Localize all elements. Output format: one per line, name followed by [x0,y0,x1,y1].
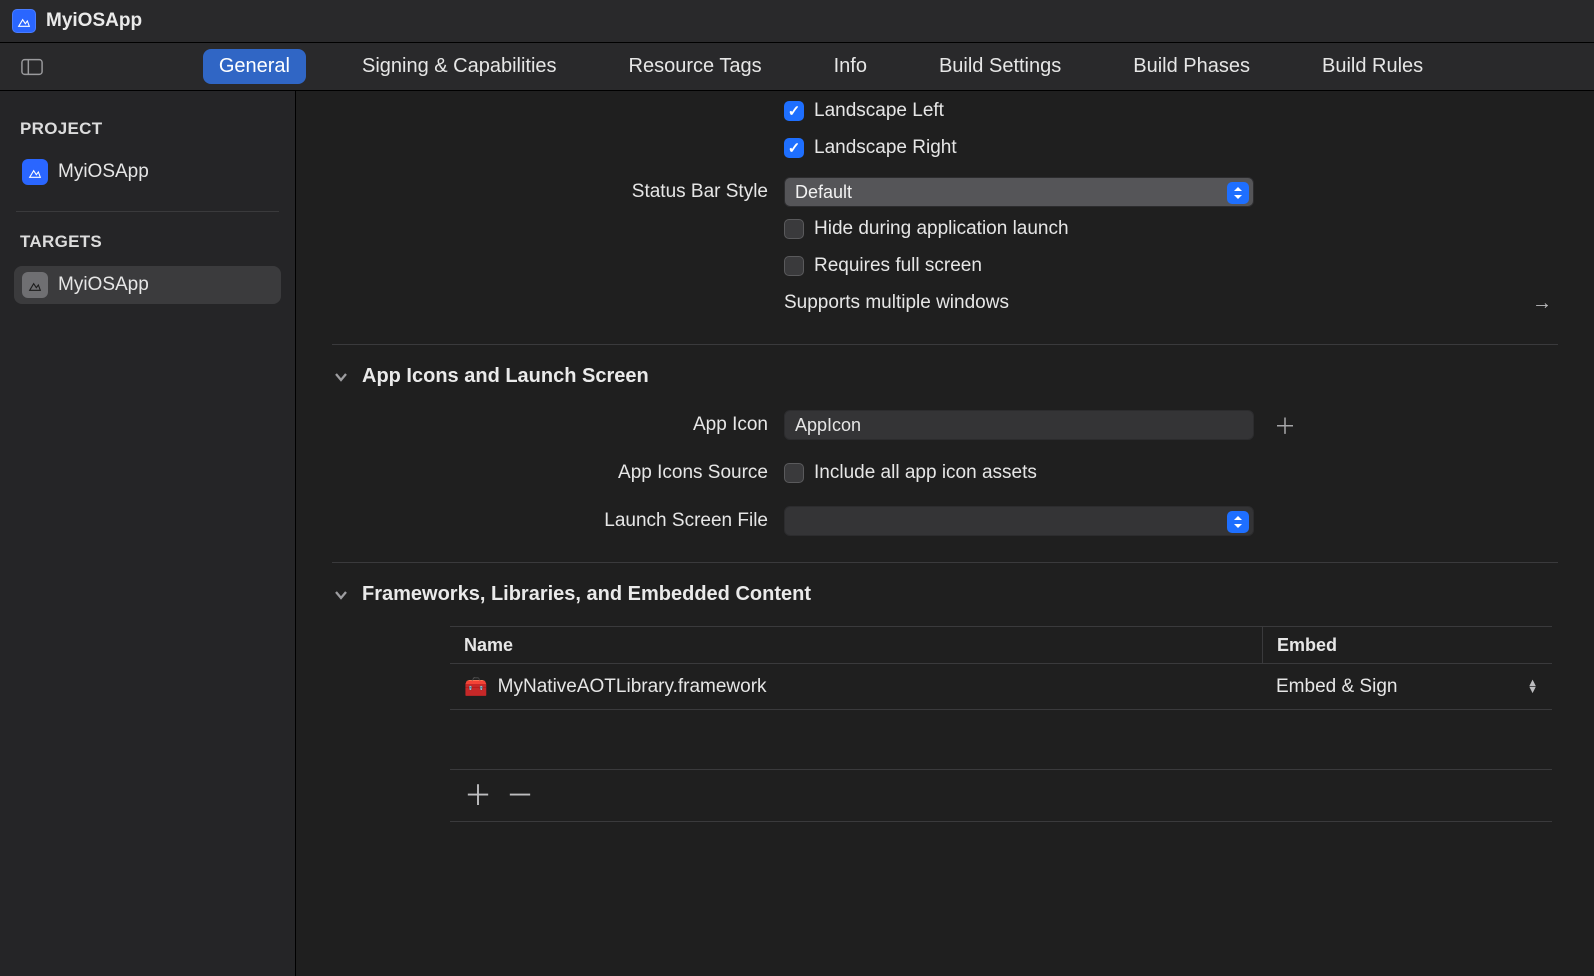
frameworks-empty-row [450,710,1552,770]
window-title-bar: MyiOSApp [0,0,1594,43]
tab-strip: General Signing & Capabilities Resource Ta… [0,43,1594,91]
project-row[interactable]: MyiOSApp [14,153,281,191]
landscape-right-checkbox[interactable] [784,138,804,158]
framework-icon: 🧰 [464,675,488,699]
select-caret-icon [1227,511,1249,533]
launch-screen-file-select[interactable] [784,506,1254,536]
arrow-right-icon[interactable]: → [1532,292,1552,315]
remove-framework-button[interactable]: － [506,782,530,810]
chevron-down-icon[interactable] [332,368,350,386]
add-framework-button[interactable]: ＋ [464,782,488,810]
target-row[interactable]: MyiOSApp [14,266,281,304]
target-name: MyiOSApp [58,274,149,296]
updown-caret-icon: ▲▼ [1527,680,1538,694]
project-icon [22,159,48,185]
launch-screen-file-label: Launch Screen File [332,510,784,532]
window-title: MyiOSApp [46,10,142,32]
tab-info[interactable]: Info [818,49,883,84]
toggle-left-panel-button[interactable] [16,53,48,81]
requires-full-screen-checkbox[interactable] [784,256,804,276]
landscape-left-label: Landscape Left [814,100,944,122]
frameworks-table-header: Name Embed [450,626,1552,664]
framework-embed-value: Embed & Sign [1276,676,1397,698]
landscape-left-checkbox[interactable] [784,101,804,121]
tab-general[interactable]: General [203,49,306,84]
add-app-icon-button[interactable]: ＋ [1274,414,1296,436]
hide-during-launch-label: Hide during application launch [814,218,1069,240]
framework-name: MyNativeAOTLibrary.framework [498,676,767,698]
include-all-assets-checkbox[interactable] [784,463,804,483]
select-caret-icon [1227,182,1249,204]
tab-build-rules[interactable]: Build Rules [1306,49,1439,84]
project-section-label: PROJECT [20,119,281,139]
chevron-down-icon[interactable] [332,586,350,604]
landscape-right-label: Landscape Right [814,137,957,159]
frameworks-col-name: Name [450,635,1262,656]
app-icon [12,9,36,33]
include-all-assets-label: Include all app icon assets [814,462,1037,484]
status-bar-style-select[interactable]: Default [784,177,1254,207]
requires-full-screen-label: Requires full screen [814,255,982,277]
sidebar-divider [16,211,279,212]
hide-during-launch-checkbox[interactable] [784,219,804,239]
editor-tabs: General Signing & Capabilities Resource Ta… [48,49,1594,84]
target-icon [22,272,48,298]
tab-signing-capabilities[interactable]: Signing & Capabilities [346,49,573,84]
frameworks-section-title: Frameworks, Libraries, and Embedded Cont… [362,583,811,606]
project-name: MyiOSApp [58,161,149,183]
framework-row[interactable]: 🧰 MyNativeAOTLibrary.framework Embed & Sig… [450,664,1552,710]
supports-multiple-windows-label: Supports multiple windows [784,292,1009,314]
tab-build-phases[interactable]: Build Phases [1117,49,1266,84]
status-bar-style-value: Default [795,182,852,203]
tab-resource-tags[interactable]: Resource Tags [613,49,778,84]
project-navigator-sidebar: PROJECT MyiOSApp TARGETS MyiOSApp [0,91,296,976]
editor-content: Landscape Left Landscape Right Status Ba… [296,91,1594,976]
app-icon-label: App Icon [332,414,784,436]
frameworks-col-embed: Embed [1262,627,1552,663]
status-bar-style-label: Status Bar Style [332,181,784,203]
app-icons-source-label: App Icons Source [332,462,784,484]
targets-section-label: TARGETS [20,232,281,252]
app-icons-section-title: App Icons and Launch Screen [362,365,649,388]
app-icon-field[interactable]: AppIcon [784,410,1254,440]
tab-build-settings[interactable]: Build Settings [923,49,1077,84]
frameworks-footer: ＋ － [450,770,1552,822]
app-icon-value: AppIcon [795,415,861,436]
framework-embed-select[interactable]: Embed & Sign ▲▼ [1262,676,1552,698]
